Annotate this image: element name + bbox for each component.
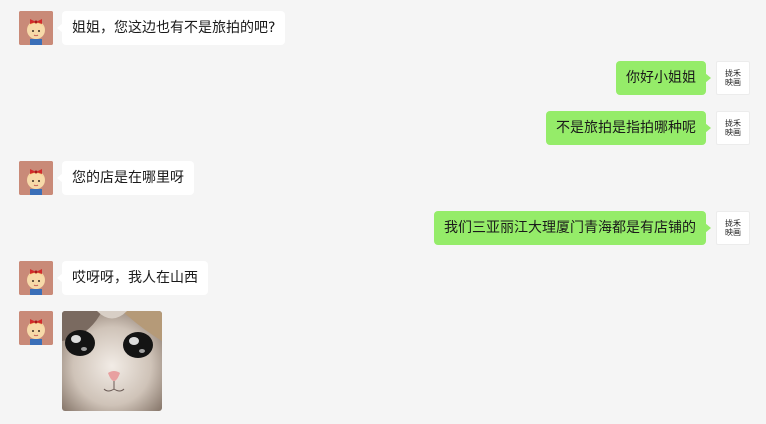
incoming-message-bubble[interactable]: 哎呀呀，我人在山西 — [57, 261, 208, 295]
message-row: 拢禾 映画 我们三亚丽江大理厦门青海都是有店铺的 — [434, 211, 750, 245]
contact-avatar[interactable] — [19, 11, 53, 45]
incoming-message-bubble[interactable]: 您的店是在哪里呀 — [57, 161, 194, 195]
crying-cat-icon — [62, 311, 162, 411]
message-row: 拢禾 映画 不是旅拍是指拍哪种呢 — [546, 111, 750, 145]
incoming-message-bubble[interactable]: 姐姐，您这边也有不是旅拍的吧? — [56, 11, 286, 45]
message-row: 您的店是在哪里呀 — [19, 161, 194, 195]
message-row — [19, 311, 162, 411]
own-avatar[interactable]: 拢禾 映画 — [716, 61, 750, 95]
outgoing-message-bubble[interactable]: 你好小姐姐 — [616, 61, 711, 95]
message-row: 姐姐，您这边也有不是旅拍的吧? — [19, 11, 286, 45]
contact-avatar[interactable] — [19, 311, 53, 345]
own-avatar[interactable]: 拢禾 映画 — [716, 111, 750, 145]
crying-cat-sticker[interactable] — [62, 311, 162, 411]
contact-avatar[interactable] — [19, 161, 53, 195]
brand-logo-text: 拢禾 映画 — [725, 69, 741, 87]
cartoon-girl-icon — [19, 261, 53, 295]
cartoon-girl-icon — [19, 11, 53, 45]
cartoon-girl-icon — [19, 161, 53, 195]
own-avatar[interactable]: 拢禾 映画 — [716, 211, 750, 245]
message-row: 拢禾 映画 你好小姐姐 — [616, 61, 750, 95]
outgoing-message-bubble[interactable]: 我们三亚丽江大理厦门青海都是有店铺的 — [434, 211, 711, 245]
contact-avatar[interactable] — [19, 261, 53, 295]
brand-logo-text: 拢禾 映画 — [725, 219, 741, 237]
message-row: 哎呀呀，我人在山西 — [19, 261, 208, 295]
outgoing-message-bubble[interactable]: 不是旅拍是指拍哪种呢 — [546, 111, 711, 145]
brand-logo-text: 拢禾 映画 — [725, 119, 741, 137]
cartoon-girl-icon — [19, 311, 53, 345]
